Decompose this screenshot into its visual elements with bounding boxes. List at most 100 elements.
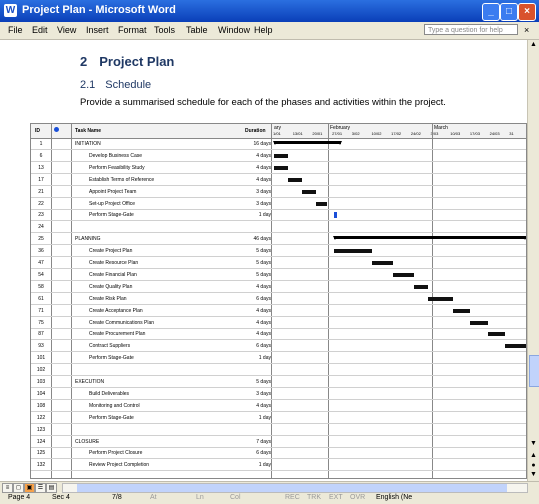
heading-2-number: 2.1 (80, 79, 96, 91)
table-row[interactable]: 54 Create Financial Plan 5 days (31, 269, 526, 281)
task-duration: 4 days (256, 176, 271, 183)
table-row[interactable]: 47 Create Resource Plan 5 days (31, 257, 526, 269)
maximize-button[interactable]: □ (500, 3, 518, 21)
task-id: 103 (36, 379, 46, 385)
task-name: EXECUTION (75, 379, 105, 385)
vertical-scrollbar[interactable]: ▲ ▼ ▲ ● ▼ (527, 40, 539, 481)
task-duration: 5 days (256, 379, 271, 385)
table-row[interactable]: 122 Perform Stage-Gate 1 day (31, 412, 526, 424)
horizontal-scrollbar[interactable]: ≡ ◻ ▣ ☰ ▤ (0, 482, 539, 493)
menu-view[interactable]: View (57, 25, 76, 35)
table-row[interactable]: 123 (31, 424, 526, 436)
table-row[interactable]: 61 Create Risk Plan 6 days (31, 293, 526, 305)
task-id: 54 (38, 271, 44, 278)
menu-bar: File Edit View Insert Format Tools Table… (0, 22, 539, 40)
minimize-button[interactable]: _ (482, 3, 500, 21)
task-name: PLANNING (75, 236, 101, 243)
table-row[interactable]: 13 Perform Feasibility Study 4 days (31, 162, 526, 174)
menu-format[interactable]: Format (118, 25, 147, 35)
scroll-down-icon[interactable]: ▼ (529, 440, 538, 450)
status-bar: ≡ ◻ ▣ ☰ ▤ Page 4 Sec 4 7/8 At Ln Col REC… (0, 481, 539, 504)
task-id: 23 (38, 212, 44, 219)
menu-window[interactable]: Window (218, 25, 250, 35)
task-name: Perform Project Closure (89, 450, 143, 457)
task-id: 25 (38, 236, 44, 243)
menu-file[interactable]: File (8, 25, 23, 35)
next-page-icon[interactable]: ▼ (529, 471, 538, 481)
status-ovr[interactable]: OVR (350, 494, 365, 501)
table-row[interactable]: 103 EXECUTION 5 days (31, 376, 526, 388)
task-id: 123 (36, 426, 46, 433)
summary-bar (332, 236, 526, 241)
hscroll-track[interactable] (62, 483, 528, 493)
table-row[interactable]: 22 Set-up Project Office 3 days (31, 198, 526, 210)
timeline-week: 27/01 (332, 131, 343, 136)
table-row[interactable]: 17 Establish Terms of Reference 4 days (31, 174, 526, 186)
table-row[interactable]: 102 (31, 364, 526, 377)
table-row[interactable]: 36 Create Project Plan 5 days (31, 245, 526, 258)
table-row[interactable]: 104 Build Deliverables 3 days (31, 388, 526, 400)
hscroll-thumb[interactable] (77, 484, 507, 492)
table-row[interactable]: 101 Perform Stage-Gate 1 day (31, 352, 526, 365)
table-row[interactable]: 24 (31, 221, 526, 234)
milestone-marker (333, 212, 337, 219)
task-name: Establish Terms of Reference (89, 176, 155, 183)
status-language[interactable]: English (Ne (376, 494, 412, 501)
menu-help[interactable]: Help (254, 25, 273, 35)
doc-close-icon[interactable]: × (524, 25, 529, 35)
menu-table[interactable]: Table (186, 25, 208, 35)
table-row[interactable]: 58 Create Quality Plan 4 days (31, 281, 526, 293)
table-row[interactable]: 25 PLANNING 46 days (31, 233, 526, 246)
table-row[interactable]: 71 Create Acceptance Plan 4 days (31, 305, 526, 317)
header-task: Task Name (75, 128, 102, 134)
task-name: Develop Business Case (89, 152, 143, 159)
help-search-input[interactable]: Type a question for help (424, 24, 518, 35)
normal-view-icon[interactable]: ≡ (2, 483, 13, 493)
status-sec: Sec 4 (52, 494, 70, 501)
task-bar (414, 284, 428, 289)
table-row[interactable]: 75 Create Communications Plan 4 days (31, 317, 526, 329)
task-name: Create Project Plan (89, 248, 133, 255)
outline-view-icon[interactable]: ☰ (35, 483, 46, 493)
table-row[interactable]: 125 Perform Project Closure 6 days (31, 447, 526, 460)
task-id: 87 (38, 331, 44, 338)
scroll-up-icon[interactable]: ▲ (529, 41, 538, 51)
status-trk[interactable]: TRK (307, 494, 321, 501)
table-row[interactable]: 108 Monitoring and Control 4 days (31, 400, 526, 412)
task-duration: 1 day (258, 414, 271, 421)
task-duration: 16 days (253, 141, 271, 147)
menu-edit[interactable]: Edit (32, 25, 48, 35)
task-duration: 4 days (256, 307, 271, 314)
task-id: 104 (36, 390, 46, 397)
table-row[interactable]: 87 Create Procurement Plan 4 days (31, 328, 526, 341)
task-id: 93 (38, 343, 44, 350)
close-button[interactable]: × (518, 3, 536, 21)
menu-tools[interactable]: Tools (154, 25, 175, 35)
scroll-thumb[interactable] (529, 355, 539, 387)
web-view-icon[interactable]: ◻ (13, 483, 24, 493)
table-row[interactable]: 132 Review Project Completion 1 day (31, 459, 526, 472)
timeline-week: 3/02 (351, 131, 360, 136)
task-duration: 6 days (256, 450, 271, 457)
menu-insert[interactable]: Insert (86, 25, 109, 35)
task-duration: 7 days (256, 438, 271, 445)
table-row[interactable]: 93 Contract Suppliers 6 days (31, 340, 526, 353)
task-duration: 1 day (258, 212, 271, 219)
reading-view-icon[interactable]: ▤ (46, 483, 57, 493)
status-ext[interactable]: EXT (329, 494, 343, 501)
task-name: CLOSURE (75, 438, 100, 445)
table-row[interactable]: 6 Develop Business Case 4 days (31, 150, 526, 162)
task-duration: 4 days (256, 283, 271, 290)
table-row[interactable]: 23 Perform Stage-Gate 1 day (31, 209, 526, 222)
task-id: 17 (38, 176, 44, 183)
task-name: Perform Stage-Gate (89, 414, 134, 421)
table-row[interactable]: 21 Appoint Project Team 3 days (31, 186, 526, 198)
prev-page-icon[interactable]: ▲ (529, 452, 538, 462)
task-id: 58 (38, 283, 44, 290)
task-bar (288, 177, 302, 182)
table-row[interactable]: 1 INITIATION 16 days (31, 138, 526, 150)
print-view-icon[interactable]: ▣ (24, 483, 35, 493)
status-rec[interactable]: REC (285, 494, 300, 501)
table-row[interactable]: 124 CLOSURE 7 days (31, 436, 526, 448)
timeline-week: 24/03 (489, 131, 500, 136)
